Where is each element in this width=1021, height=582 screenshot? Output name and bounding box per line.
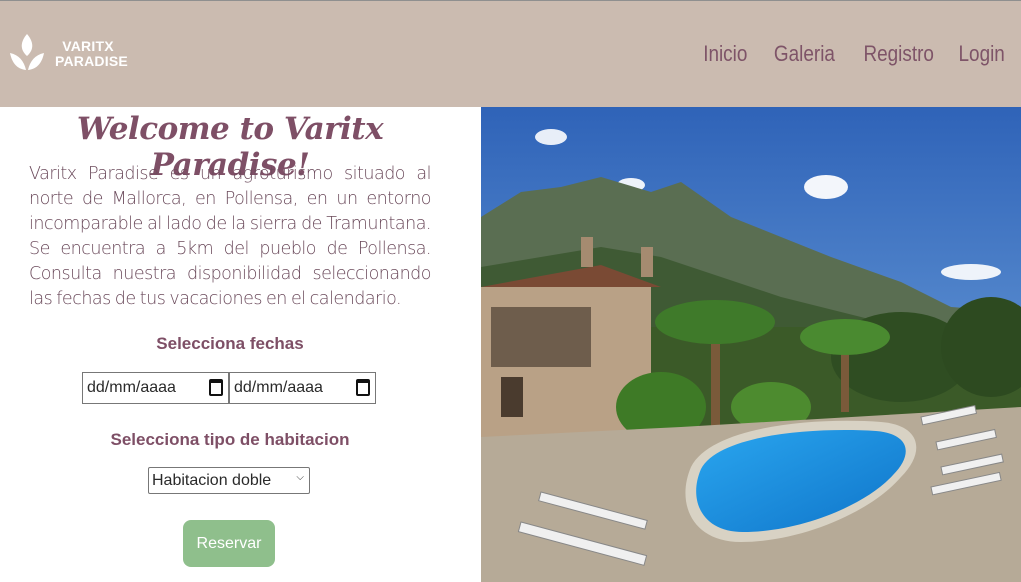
main-nav: Inicio Galeria Registro Login [696, 41, 1005, 67]
calendar-icon[interactable] [356, 379, 370, 396]
nav-registro[interactable]: Registro [864, 41, 934, 67]
room-type-value: Habitacion doble [152, 472, 272, 489]
calendar-icon[interactable] [209, 379, 223, 396]
room-type-label: Selecciona tipo de habitacion [110, 430, 350, 449]
date-from-placeholder: dd/mm/aaaa [87, 379, 176, 396]
intro-text: Varitx Paradise es un agroturismo situad… [29, 164, 432, 309]
nav-inicio[interactable]: Inicio [703, 41, 747, 67]
hotel-photo [481, 107, 1021, 582]
nav-galeria[interactable]: Galeria [774, 41, 835, 67]
brand-name[interactable]: VARITX PARADISE [55, 38, 128, 69]
reserve-button[interactable]: Reservar [183, 520, 275, 567]
leaf-logo-icon[interactable] [9, 32, 45, 76]
date-to-placeholder: dd/mm/aaaa [234, 379, 323, 396]
date-to-input[interactable]: dd/mm/aaaa [229, 372, 376, 404]
dates-label: Selecciona fechas [156, 334, 304, 353]
booking-panel: Welcome to Varitx Paradise! Varitx Parad… [0, 107, 460, 582]
nav-login[interactable]: Login [959, 41, 1005, 67]
chevron-down-icon: ⌵ [296, 472, 304, 483]
brand-line-2: PARADISE [55, 53, 128, 69]
site-header: VARITX PARADISE Inicio Galeria Registro … [0, 1, 1021, 107]
room-type-select[interactable]: Habitacion doble ⌵ [148, 467, 310, 494]
date-from-input[interactable]: dd/mm/aaaa [82, 372, 229, 404]
brand-line-1: VARITX [62, 38, 114, 54]
